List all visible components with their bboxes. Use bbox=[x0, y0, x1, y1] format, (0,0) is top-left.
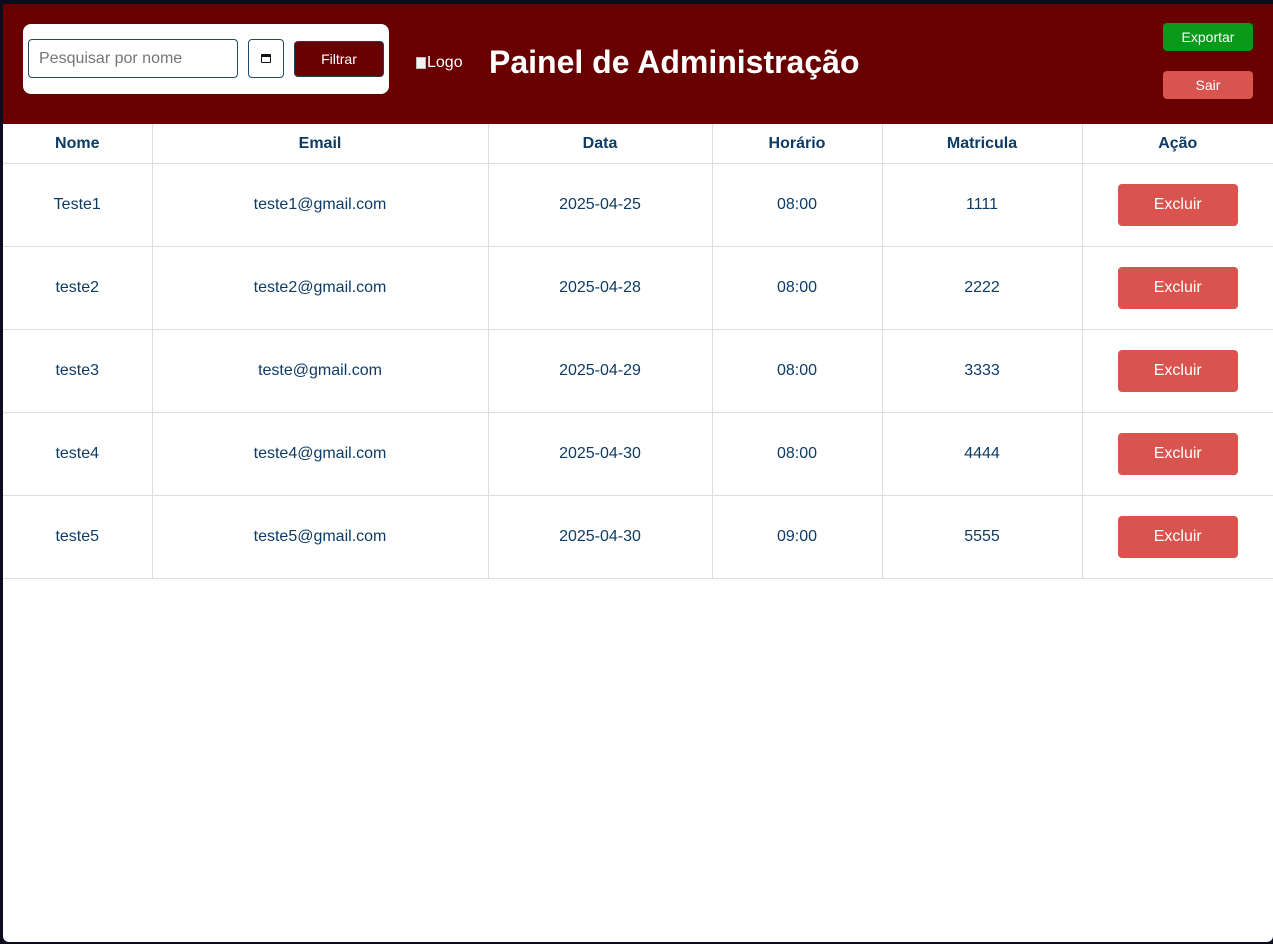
cell-matricula: 2222 bbox=[881, 246, 1083, 330]
calendar-icon bbox=[261, 54, 271, 63]
cell-email: teste2@gmail.com bbox=[151, 246, 489, 330]
cell-data: 2025-04-30 bbox=[487, 412, 713, 496]
table-row: Teste1 teste1@gmail.com 2025-04-25 08:00… bbox=[3, 163, 1273, 247]
table-header-row: Nome Email Data Horário Matricula Ação bbox=[3, 124, 1273, 164]
cell-horario: 08:00 bbox=[711, 329, 883, 413]
cell-nome: teste3 bbox=[3, 329, 153, 413]
cell-matricula: 3333 bbox=[881, 329, 1083, 413]
export-button[interactable]: Exportar bbox=[1163, 23, 1253, 51]
cell-matricula: 1111 bbox=[881, 163, 1083, 247]
cell-nome: teste4 bbox=[3, 412, 153, 496]
table-row: teste5 teste5@gmail.com 2025-04-30 09:00… bbox=[3, 495, 1273, 579]
delete-button[interactable]: Excluir bbox=[1117, 516, 1238, 558]
column-header-email: Email bbox=[151, 124, 489, 164]
cell-acao: Excluir bbox=[1081, 495, 1273, 579]
cell-matricula: 5555 bbox=[881, 495, 1083, 579]
page-title: Painel de Administração bbox=[489, 44, 860, 80]
cell-matricula: 4444 bbox=[881, 412, 1083, 496]
date-picker-button[interactable] bbox=[248, 39, 284, 78]
cell-horario: 08:00 bbox=[711, 412, 883, 496]
cell-email: teste@gmail.com bbox=[151, 329, 489, 413]
cell-acao: Excluir bbox=[1081, 246, 1273, 330]
cell-horario: 09:00 bbox=[711, 495, 883, 579]
table-row: teste4 teste4@gmail.com 2025-04-30 08:00… bbox=[3, 412, 1273, 496]
delete-button[interactable]: Excluir bbox=[1117, 350, 1238, 392]
cell-nome: teste5 bbox=[3, 495, 153, 579]
cell-nome: teste2 bbox=[3, 246, 153, 330]
cell-nome: Teste1 bbox=[3, 163, 153, 247]
cell-acao: Excluir bbox=[1081, 163, 1273, 247]
filter-panel: Filtrar bbox=[23, 24, 389, 94]
filter-button[interactable]: Filtrar bbox=[294, 41, 384, 77]
broken-image-icon bbox=[416, 57, 426, 69]
header-bar: Filtrar Logo Painel de Administração Exp… bbox=[3, 4, 1273, 124]
logo: Logo bbox=[416, 53, 463, 73]
cell-data: 2025-04-29 bbox=[487, 329, 713, 413]
column-header-acao: Ação bbox=[1081, 124, 1273, 164]
table-row: teste2 teste2@gmail.com 2025-04-28 08:00… bbox=[3, 246, 1273, 330]
cell-data: 2025-04-28 bbox=[487, 246, 713, 330]
delete-button[interactable]: Excluir bbox=[1117, 267, 1238, 309]
cell-data: 2025-04-25 bbox=[487, 163, 713, 247]
cell-email: teste1@gmail.com bbox=[151, 163, 489, 247]
cell-acao: Excluir bbox=[1081, 412, 1273, 496]
cell-horario: 08:00 bbox=[711, 163, 883, 247]
delete-button[interactable]: Excluir bbox=[1117, 433, 1238, 475]
admin-window: Filtrar Logo Painel de Administração Exp… bbox=[3, 4, 1273, 942]
cell-email: teste4@gmail.com bbox=[151, 412, 489, 496]
logout-button[interactable]: Sair bbox=[1163, 71, 1253, 99]
logo-alt-text: Logo bbox=[427, 54, 463, 71]
column-header-horario: Horário bbox=[711, 124, 883, 164]
cell-acao: Excluir bbox=[1081, 329, 1273, 413]
search-input[interactable] bbox=[28, 39, 238, 78]
table-row: teste3 teste@gmail.com 2025-04-29 08:00 … bbox=[3, 329, 1273, 413]
cell-horario: 08:00 bbox=[711, 246, 883, 330]
cell-data: 2025-04-30 bbox=[487, 495, 713, 579]
column-header-matricula: Matricula bbox=[881, 124, 1083, 164]
column-header-data: Data bbox=[487, 124, 713, 164]
column-header-nome: Nome bbox=[3, 124, 153, 164]
delete-button[interactable]: Excluir bbox=[1117, 184, 1238, 226]
cell-email: teste5@gmail.com bbox=[151, 495, 489, 579]
registrations-table: Nome Email Data Horário Matricula Ação T… bbox=[3, 124, 1273, 579]
